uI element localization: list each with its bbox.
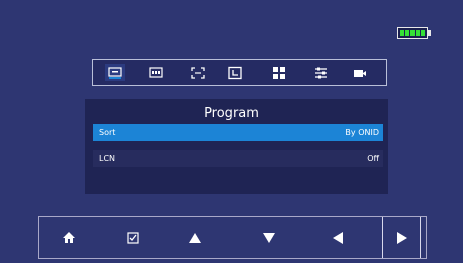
- left-button[interactable]: [318, 217, 357, 258]
- left-arrow-icon: [332, 231, 343, 244]
- battery-cell: [400, 30, 405, 36]
- home-button[interactable]: [49, 217, 88, 258]
- navigation-bar: [38, 216, 427, 259]
- checkbox-icon: [126, 231, 139, 244]
- right-button[interactable]: [382, 217, 421, 258]
- screen-menu-icon[interactable]: [188, 64, 208, 81]
- lcn-label: LCN: [99, 154, 116, 163]
- sort-value: By ONID: [345, 128, 379, 137]
- settings-menu-icon[interactable]: [311, 64, 331, 81]
- battery-body: [397, 27, 428, 39]
- confirm-button[interactable]: [113, 217, 152, 258]
- battery-cell: [415, 30, 420, 36]
- program-menu-icon[interactable]: [105, 64, 125, 81]
- time-menu-icon[interactable]: [225, 64, 245, 81]
- battery-cell: [405, 30, 410, 36]
- picture-menu-icon[interactable]: [146, 64, 166, 81]
- down-arrow-icon: [262, 232, 275, 243]
- up-button[interactable]: [175, 217, 214, 258]
- lcn-value: Off: [367, 154, 379, 163]
- apps-menu-icon[interactable]: [269, 64, 289, 81]
- sort-row[interactable]: Sort By ONID: [93, 124, 383, 141]
- home-icon: [62, 232, 75, 243]
- sort-label: Sort: [99, 128, 116, 137]
- up-arrow-icon: [188, 232, 201, 243]
- right-arrow-icon: [396, 231, 407, 244]
- down-button[interactable]: [249, 217, 288, 258]
- battery-cell: [420, 30, 426, 36]
- video-menu-icon[interactable]: [350, 64, 370, 81]
- menu-toolbar: [92, 59, 387, 86]
- battery-tip: [428, 30, 431, 36]
- battery-icon: [397, 27, 432, 39]
- battery-cell: [410, 30, 415, 36]
- panel-title: Program: [204, 106, 259, 121]
- lcn-row[interactable]: LCN Off: [93, 150, 383, 167]
